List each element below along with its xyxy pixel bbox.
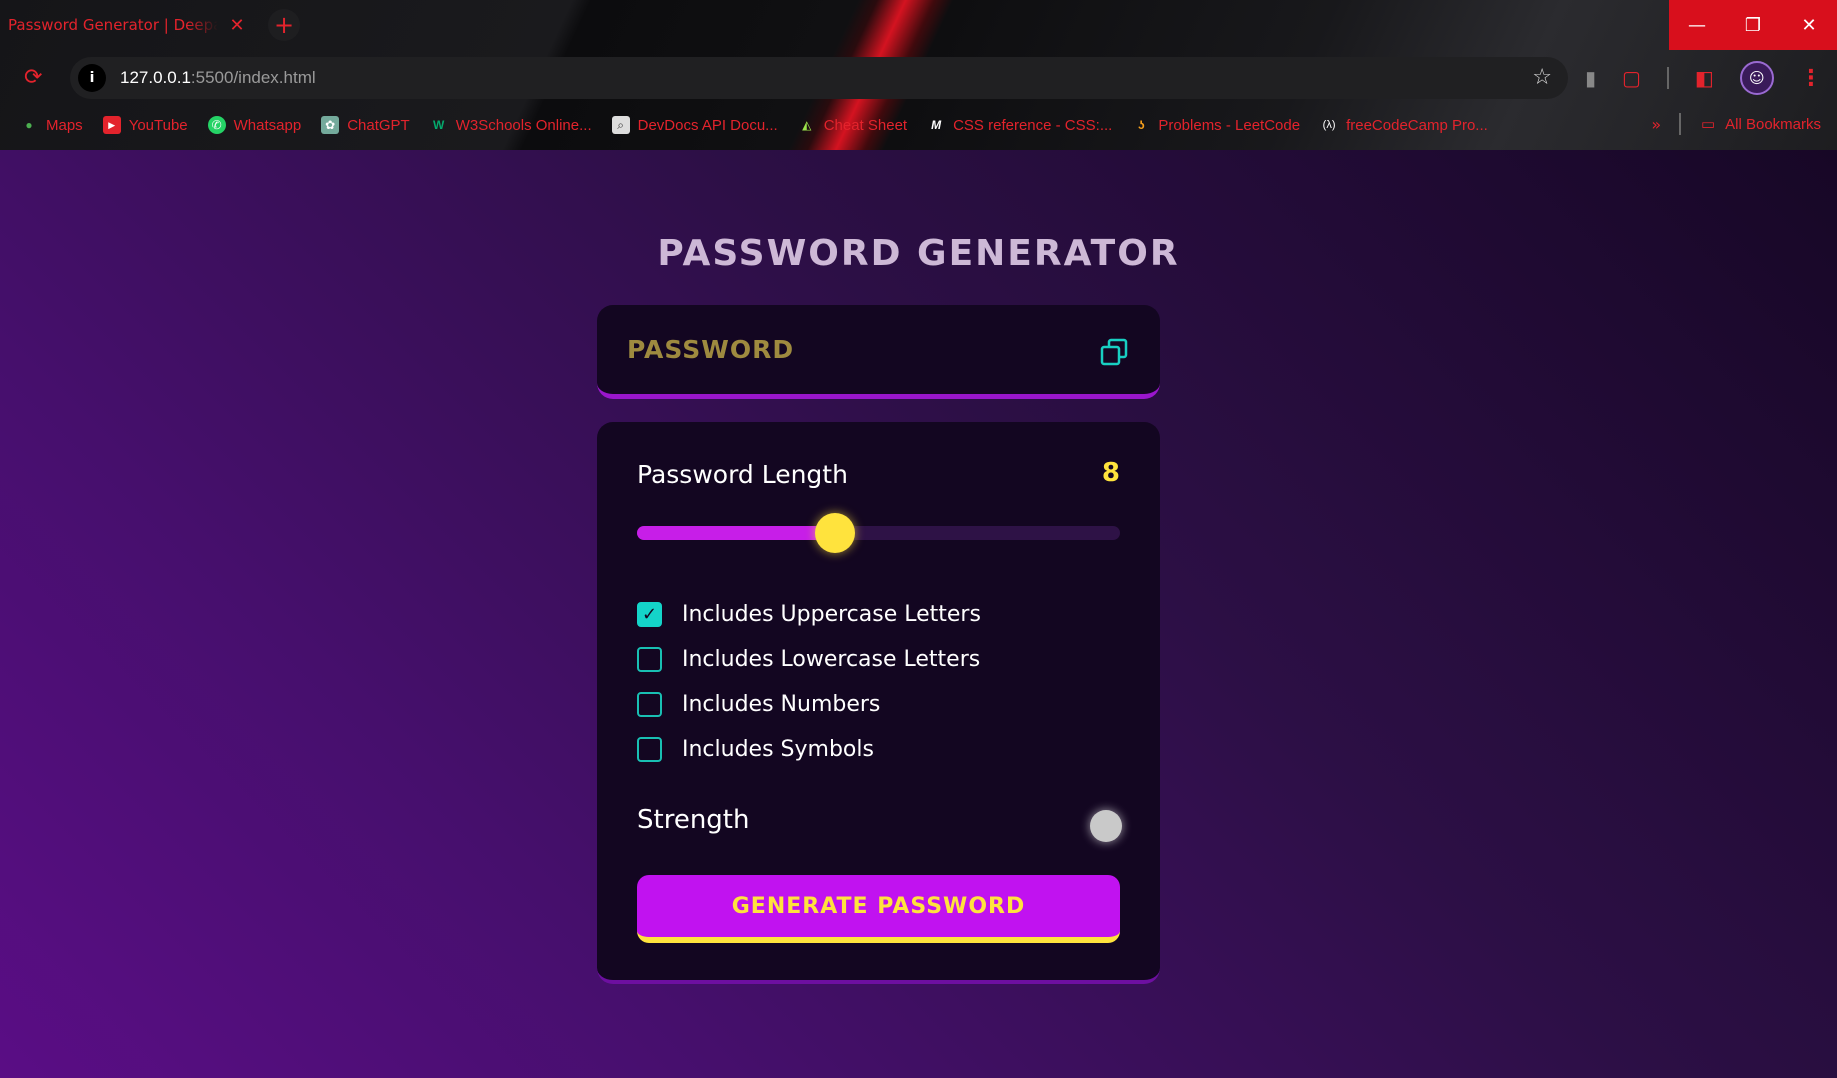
option-lowercase[interactable]: Includes Lowercase Letters bbox=[637, 637, 981, 682]
page-content: PASSWORD GENERATOR PASSWORD Password Len… bbox=[0, 150, 1837, 1078]
slider-thumb[interactable] bbox=[815, 513, 856, 553]
mdn-icon: M bbox=[931, 118, 942, 132]
side-panel-icon[interactable]: ◧ bbox=[1695, 66, 1714, 90]
bookmark-label: DevDocs API Docu... bbox=[637, 116, 778, 134]
generate-password-button[interactable]: GENERATE PASSWORD bbox=[637, 875, 1120, 943]
bookmark-label: YouTube bbox=[128, 116, 188, 134]
option-label: Includes Numbers bbox=[682, 692, 881, 717]
bookmark-whatsapp[interactable]: ✆ Whatsapp bbox=[207, 116, 302, 134]
site-info-icon[interactable]: i bbox=[78, 64, 106, 92]
whatsapp-icon: ✆ bbox=[207, 116, 226, 134]
bookmark-label: W3Schools Online... bbox=[455, 116, 592, 134]
tab-title: Password Generator | Deepak S bbox=[8, 16, 218, 34]
bookmark-mdn[interactable]: M CSS reference - CSS:... bbox=[927, 116, 1112, 134]
password-display: PASSWORD bbox=[597, 305, 1160, 399]
bookmark-freecodecamp[interactable]: (λ) freeCodeCamp Pro... bbox=[1320, 116, 1488, 134]
address-bar[interactable]: i 127.0.0.1:5500/index.html ☆ bbox=[70, 57, 1568, 99]
folder-icon: ▭ bbox=[1701, 116, 1716, 133]
option-label: Includes Lowercase Letters bbox=[682, 647, 981, 672]
password-output[interactable]: PASSWORD bbox=[627, 335, 794, 364]
length-value: 8 bbox=[1101, 458, 1120, 488]
bookmark-cheatsheet[interactable]: ◭ Cheat Sheet bbox=[798, 116, 907, 134]
bookmarks-right: » ▭ All Bookmarks bbox=[1651, 113, 1821, 135]
restore-button[interactable]: ❐ bbox=[1725, 0, 1781, 50]
more-bookmarks-chevron-icon[interactable]: » bbox=[1651, 115, 1661, 134]
uppercase-checkbox[interactable]: ✓ bbox=[637, 602, 662, 627]
reload-icon[interactable]: ⟳ bbox=[24, 66, 48, 90]
window-controls: — ❐ ✕ bbox=[1669, 0, 1837, 50]
close-window-button[interactable]: ✕ bbox=[1781, 0, 1837, 50]
length-label: Password Length bbox=[637, 460, 848, 489]
cheatsheet-icon: ◭ bbox=[802, 118, 812, 132]
option-uppercase[interactable]: ✓ Includes Uppercase Letters bbox=[637, 592, 981, 637]
options-list: ✓ Includes Uppercase Letters Includes Lo… bbox=[637, 592, 981, 772]
extension-icon[interactable]: ▮ bbox=[1585, 66, 1596, 90]
toolbar-icons: ▮ ▢ ◧ ☺ ⋮ bbox=[1585, 61, 1822, 95]
bookmark-label: ChatGPT bbox=[347, 116, 410, 134]
bookmark-leetcode[interactable]: ʖ Problems - LeetCode bbox=[1132, 116, 1300, 134]
symbols-checkbox[interactable] bbox=[637, 737, 662, 762]
option-label: Includes Uppercase Letters bbox=[682, 602, 981, 627]
strength-indicator bbox=[1090, 810, 1122, 842]
new-tab-button[interactable]: + bbox=[268, 9, 300, 41]
strength-label: Strength bbox=[637, 805, 750, 835]
browser-toolbar: ⟳ i 127.0.0.1:5500/index.html ☆ ▮ ▢ ◧ ☺ … bbox=[0, 57, 1837, 99]
extensions-puzzle-icon[interactable]: ▢ bbox=[1622, 66, 1641, 90]
minimize-button[interactable]: — bbox=[1669, 0, 1725, 50]
browser-chrome: Password Generator | Deepak S ✕ + — ❐ ✕ … bbox=[0, 0, 1837, 150]
page-title: PASSWORD GENERATOR bbox=[657, 233, 1180, 274]
w3schools-icon: W bbox=[433, 118, 445, 132]
bookmark-label: Problems - LeetCode bbox=[1158, 116, 1301, 134]
bookmarks-bar: ● Maps ▶ YouTube ✆ Whatsapp ✿ ChatGPT W … bbox=[0, 113, 1837, 137]
url-path: :5500/index.html bbox=[190, 68, 316, 87]
leetcode-icon: ʖ bbox=[1137, 118, 1145, 132]
devdocs-icon: ⌕ bbox=[611, 116, 630, 134]
menu-icon[interactable]: ⋮ bbox=[1800, 66, 1822, 91]
tab-bar: Password Generator | Deepak S ✕ + — ❐ ✕ bbox=[0, 0, 1837, 50]
bookmark-label: Maps bbox=[46, 116, 83, 134]
lowercase-checkbox[interactable] bbox=[637, 647, 662, 672]
option-numbers[interactable]: Includes Numbers bbox=[637, 682, 981, 727]
bookmarks-divider bbox=[1679, 113, 1682, 135]
chatgpt-icon: ✿ bbox=[321, 116, 340, 134]
youtube-icon: ▶ bbox=[102, 116, 121, 134]
bookmark-star-icon[interactable]: ☆ bbox=[1532, 65, 1552, 90]
freecodecamp-icon: (λ) bbox=[1322, 119, 1336, 131]
settings-card: Password Length 8 ✓ Includes Uppercase L… bbox=[597, 422, 1160, 984]
bookmark-w3schools[interactable]: W W3Schools Online... bbox=[430, 116, 592, 134]
slider-fill bbox=[637, 526, 836, 540]
profile-avatar[interactable]: ☺ bbox=[1739, 61, 1774, 95]
length-slider[interactable] bbox=[637, 513, 1120, 553]
option-label: Includes Symbols bbox=[682, 737, 874, 762]
all-bookmarks-label: All Bookmarks bbox=[1725, 115, 1821, 133]
bookmark-youtube[interactable]: ▶ YouTube bbox=[102, 116, 188, 134]
bookmark-label: Whatsapp bbox=[233, 116, 302, 134]
bookmark-label: freeCodeCamp Pro... bbox=[1346, 116, 1488, 134]
numbers-checkbox[interactable] bbox=[637, 692, 662, 717]
url-host: 127.0.0.1 bbox=[120, 68, 191, 87]
url-text[interactable]: 127.0.0.1:5500/index.html bbox=[120, 68, 316, 88]
bookmark-devdocs[interactable]: ⌕ DevDocs API Docu... bbox=[611, 116, 778, 134]
browser-tab[interactable]: Password Generator | Deepak S ✕ bbox=[0, 0, 258, 50]
toolbar-divider bbox=[1666, 67, 1669, 89]
copy-icon[interactable] bbox=[1100, 338, 1128, 366]
bookmark-chatgpt[interactable]: ✿ ChatGPT bbox=[321, 116, 410, 134]
bookmark-label: Cheat Sheet bbox=[823, 116, 908, 134]
all-bookmarks[interactable]: ▭ All Bookmarks bbox=[1699, 115, 1821, 134]
option-symbols[interactable]: Includes Symbols bbox=[637, 727, 981, 772]
bookmark-label: CSS reference - CSS:... bbox=[953, 116, 1113, 134]
maps-icon: ● bbox=[25, 118, 33, 132]
bookmark-maps[interactable]: ● Maps bbox=[20, 116, 83, 134]
tab-close-icon[interactable]: ✕ bbox=[226, 15, 248, 36]
